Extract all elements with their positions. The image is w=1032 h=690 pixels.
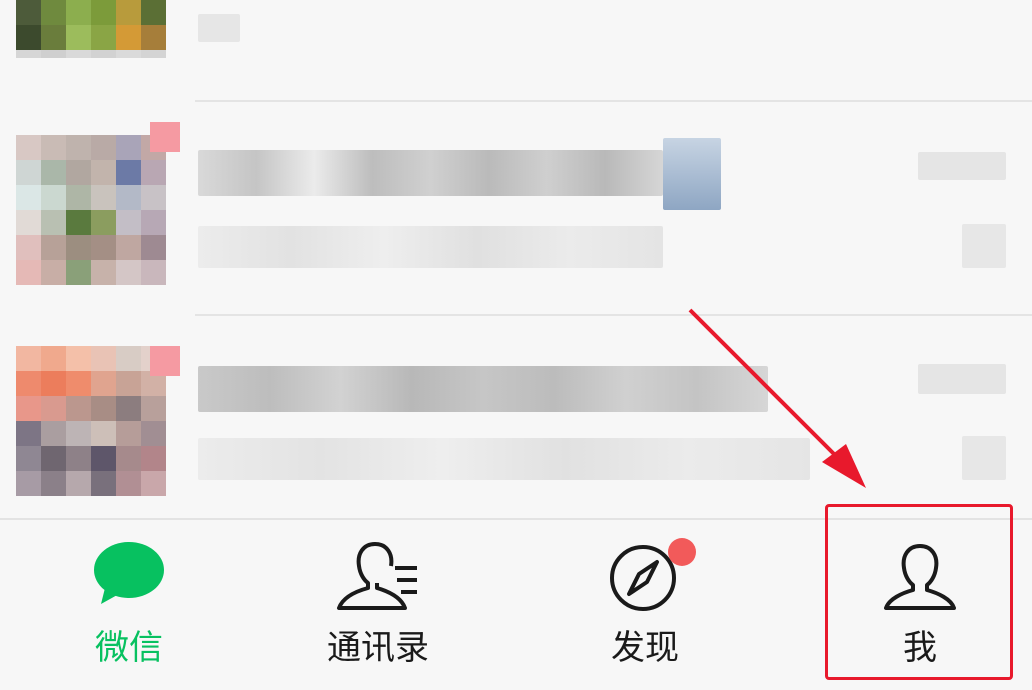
avatar xyxy=(16,346,166,496)
chat-row[interactable] xyxy=(0,316,1032,518)
chat-list xyxy=(0,0,1032,518)
avatar xyxy=(16,0,166,80)
chat-bubble-icon xyxy=(91,540,167,614)
highlight-box xyxy=(825,504,1013,680)
tab-discover[interactable]: 发现 xyxy=(516,520,774,690)
mute-icon-blurred xyxy=(962,436,1006,480)
unread-badge xyxy=(150,346,180,376)
chat-name-blurred xyxy=(663,138,721,210)
chat-preview-blurred xyxy=(198,438,810,480)
tab-label: 发现 xyxy=(611,628,679,668)
notification-dot xyxy=(668,538,696,566)
chat-preview-blurred xyxy=(198,14,240,42)
tab-contacts[interactable]: 通讯录 xyxy=(249,520,507,690)
tab-label: 微信 xyxy=(95,628,163,668)
chat-time-blurred xyxy=(918,364,1006,394)
chat-name-blurred xyxy=(198,150,663,196)
unread-badge xyxy=(150,122,180,152)
chat-name-blurred xyxy=(198,366,768,412)
chat-row[interactable] xyxy=(0,0,1032,102)
chat-preview-blurred xyxy=(198,226,663,268)
avatar xyxy=(16,135,166,285)
tab-wechat[interactable]: 微信 xyxy=(0,520,258,690)
tab-label: 通讯录 xyxy=(327,628,429,668)
contacts-icon xyxy=(335,542,421,616)
mute-icon-blurred xyxy=(962,224,1006,268)
chat-time-blurred xyxy=(918,152,1006,180)
chat-row[interactable] xyxy=(0,102,1032,316)
